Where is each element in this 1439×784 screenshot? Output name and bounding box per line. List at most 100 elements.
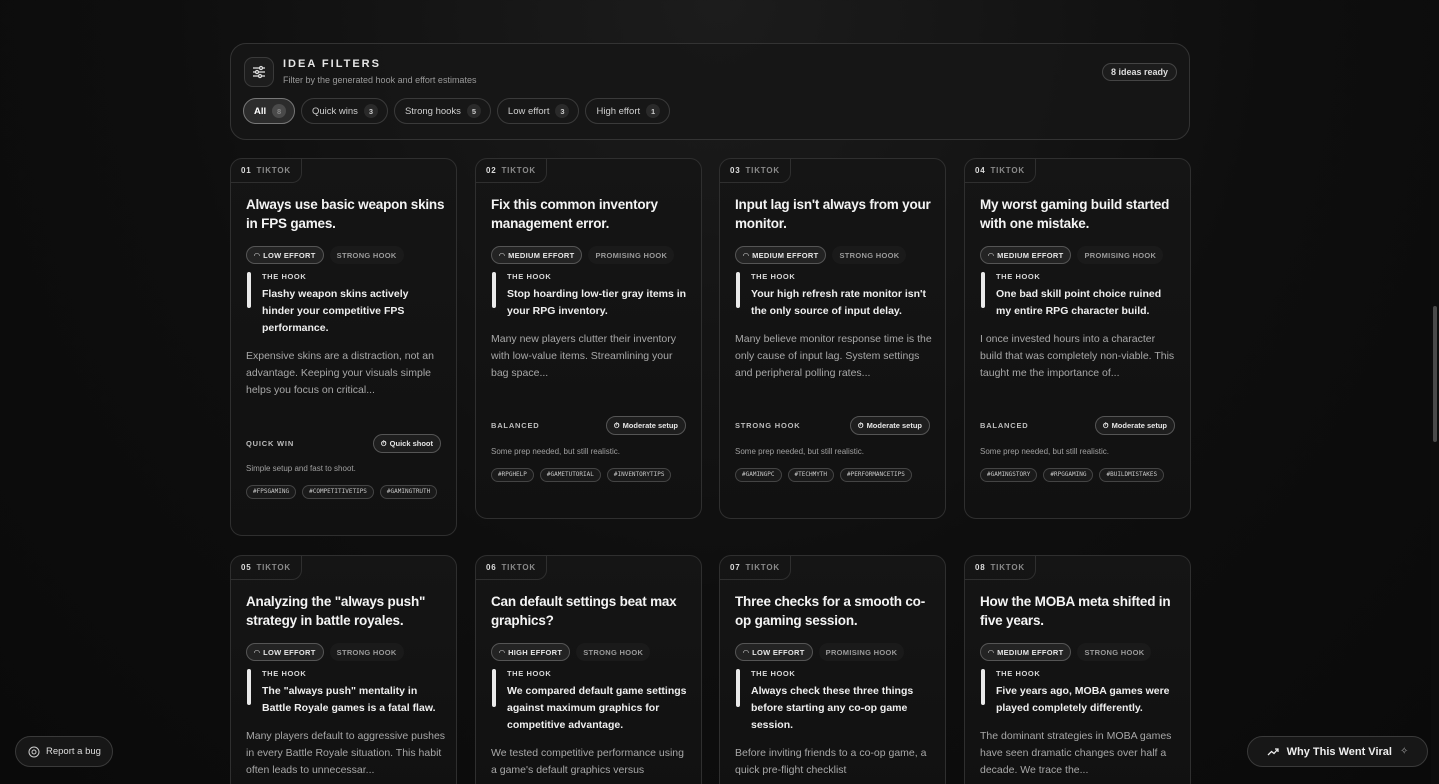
card-platform: TIKTOK bbox=[745, 166, 780, 175]
setup-badge: ⏱ Moderate setup bbox=[849, 416, 930, 435]
hashtags: #GAMINGPC #TECHMYTH #PERFORMANCETIPS bbox=[735, 468, 935, 482]
filter-chip-strong-hooks[interactable]: Strong hooks 5 bbox=[393, 98, 491, 124]
card-platform: TIKTOK bbox=[256, 563, 291, 572]
card-description: The dominant strategies in MOBA games ha… bbox=[980, 730, 1172, 776]
filter-chip-count: 5 bbox=[466, 104, 481, 118]
hashtag: #TECHMYTH bbox=[787, 468, 835, 482]
hook-accent-bar bbox=[492, 272, 496, 308]
report-bug-button[interactable]: Report a bug bbox=[15, 736, 113, 767]
hook-label: THE HOOK bbox=[751, 669, 796, 678]
card-description: Expensive skins are a distraction, not a… bbox=[246, 350, 434, 396]
hook-text: Stop hoarding low-tier gray items in you… bbox=[507, 288, 687, 317]
hook-strength-badge: STRONG HOOK bbox=[832, 246, 907, 264]
effort-badge: ◠ LOW EFFORT bbox=[246, 643, 324, 661]
hashtag: #GAMINGSTORY bbox=[980, 468, 1038, 482]
hook-accent-bar bbox=[247, 669, 251, 705]
idea-card[interactable]: 02 TIKTOK Fix this common inventory mana… bbox=[475, 158, 702, 519]
scrollbar[interactable] bbox=[1431, 0, 1439, 784]
idea-card[interactable]: 03 TIKTOK Input lag isn't always from yo… bbox=[719, 158, 946, 519]
filter-chip-count: 1 bbox=[646, 104, 661, 118]
effort-badge: ◠ MEDIUM EFFORT bbox=[491, 246, 583, 264]
hook-text: Your high refresh rate monitor isn't the… bbox=[751, 288, 926, 317]
card-description: We tested competitive performance using … bbox=[491, 747, 684, 776]
ideas-ready-badge: 8 ideas ready bbox=[1101, 63, 1177, 81]
card-foot-label: BALANCED bbox=[491, 421, 540, 430]
setup-label: Moderate setup bbox=[622, 421, 678, 430]
hashtags: #RPGHELP #GAMETUTORIAL #INVENTORYTIPS bbox=[491, 468, 691, 482]
card-platform: TIKTOK bbox=[745, 563, 780, 572]
card-description: Before inviting friends to a co-op game,… bbox=[735, 747, 927, 776]
setup-label: Quick shoot bbox=[389, 439, 433, 448]
card-title: Analyzing the "always push" strategy in … bbox=[246, 594, 426, 628]
filter-chip-label: All bbox=[254, 105, 267, 117]
filter-chip-high-effort[interactable]: High effort 1 bbox=[585, 98, 671, 124]
card-tag: 01 TIKTOK bbox=[231, 159, 302, 183]
idea-card[interactable]: 08 TIKTOK How the MOBA meta shifted in f… bbox=[964, 555, 1191, 784]
idea-card[interactable]: 04 TIKTOK My worst gaming build started … bbox=[964, 158, 1191, 519]
gauge-icon: ◠ bbox=[988, 647, 995, 657]
hook-text: Always check these three things before s… bbox=[751, 685, 914, 731]
effort-badge: ◠ MEDIUM EFFORT bbox=[735, 246, 827, 264]
filters-subtitle: Filter by the generated hook and effort … bbox=[283, 75, 477, 85]
hook-strength-badge: STRONG HOOK bbox=[329, 246, 404, 264]
report-bug-label: Report a bug bbox=[46, 746, 101, 757]
idea-filters-panel: IDEA FILTERS Filter by the generated hoo… bbox=[230, 43, 1190, 140]
sliders-icon bbox=[244, 57, 274, 87]
effort-label: LOW EFFORT bbox=[263, 250, 316, 260]
timer-icon: ⏱ bbox=[613, 420, 620, 430]
card-foot-note: Some prep needed, but still realistic. bbox=[735, 447, 864, 456]
hook-label: THE HOOK bbox=[262, 669, 307, 678]
why-viral-button[interactable]: Why This Went Viral ✧ bbox=[1247, 736, 1428, 767]
card-title: Can default settings beat max graphics? bbox=[491, 594, 677, 628]
filter-chip-all[interactable]: All 8 bbox=[243, 98, 295, 124]
effort-badge: ◠ HIGH EFFORT bbox=[491, 643, 571, 661]
card-number: 01 bbox=[241, 166, 252, 175]
card-title: How the MOBA meta shifted in five years. bbox=[980, 594, 1171, 628]
hook-accent-bar bbox=[736, 272, 740, 308]
hook-accent-bar bbox=[247, 272, 251, 308]
timer-icon: ⏱ bbox=[1102, 420, 1109, 430]
idea-card[interactable]: 01 TIKTOK Always use basic weapon skins … bbox=[230, 158, 457, 536]
scrollbar-thumb[interactable] bbox=[1433, 306, 1437, 442]
card-description: Many new players clutter their inventory… bbox=[491, 333, 676, 379]
card-number: 02 bbox=[486, 166, 497, 175]
card-tag: 06 TIKTOK bbox=[476, 556, 547, 580]
hook-label: THE HOOK bbox=[996, 272, 1041, 281]
filter-chip-quick-wins[interactable]: Quick wins 3 bbox=[301, 98, 388, 124]
card-description: Many believe monitor response time is th… bbox=[735, 333, 932, 379]
timer-icon: ⏱ bbox=[380, 438, 387, 448]
hashtag: #GAMINGTRUTH bbox=[379, 485, 438, 499]
gauge-icon: ◠ bbox=[254, 647, 261, 657]
idea-card[interactable]: 05 TIKTOK Analyzing the "always push" st… bbox=[230, 555, 457, 784]
effort-label: MEDIUM EFFORT bbox=[508, 250, 575, 260]
idea-card[interactable]: 07 TIKTOK Three checks for a smooth co-o… bbox=[719, 555, 946, 784]
card-foot-note: Simple setup and fast to shoot. bbox=[246, 464, 356, 473]
setup-badge: ⏱ Moderate setup bbox=[605, 416, 686, 435]
hashtag: #GAMETUTORIAL bbox=[539, 468, 601, 482]
card-foot-note: Some prep needed, but still realistic. bbox=[491, 447, 620, 456]
hook-text: Five years ago, MOBA games were played c… bbox=[996, 685, 1170, 714]
card-platform: TIKTOK bbox=[501, 563, 536, 572]
hashtags: #FPSGAMING #COMPETITIVETIPS #GAMINGTRUTH bbox=[246, 485, 446, 499]
hook-strength-badge: PROMISING HOOK bbox=[818, 643, 905, 661]
card-tag: 07 TIKTOK bbox=[720, 556, 791, 580]
filter-chip-count: 8 bbox=[272, 104, 287, 118]
hook-accent-bar bbox=[492, 669, 496, 707]
gauge-icon: ◠ bbox=[499, 250, 506, 260]
hook-text: One bad skill point choice ruined my ent… bbox=[996, 288, 1162, 317]
idea-card[interactable]: 06 TIKTOK Can default settings beat max … bbox=[475, 555, 702, 784]
hashtag: #BUILDMISTAKES bbox=[1099, 468, 1165, 482]
card-platform: TIKTOK bbox=[990, 563, 1025, 572]
filter-chip-low-effort[interactable]: Low effort 3 bbox=[496, 98, 580, 124]
hook-text: The "always push" mentality in Battle Ro… bbox=[262, 685, 436, 714]
card-platform: TIKTOK bbox=[501, 166, 536, 175]
filter-chip-label: High effort bbox=[596, 105, 641, 117]
filter-chip-count: 3 bbox=[363, 104, 378, 118]
card-foot-label: BALANCED bbox=[980, 421, 1029, 430]
card-number: 08 bbox=[975, 563, 986, 572]
hook-accent-bar bbox=[981, 669, 985, 705]
hook-label: THE HOOK bbox=[507, 669, 552, 678]
filter-chip-label: Quick wins bbox=[312, 105, 358, 117]
filter-chip-label: Low effort bbox=[507, 105, 550, 117]
gauge-icon: ◠ bbox=[988, 250, 995, 260]
